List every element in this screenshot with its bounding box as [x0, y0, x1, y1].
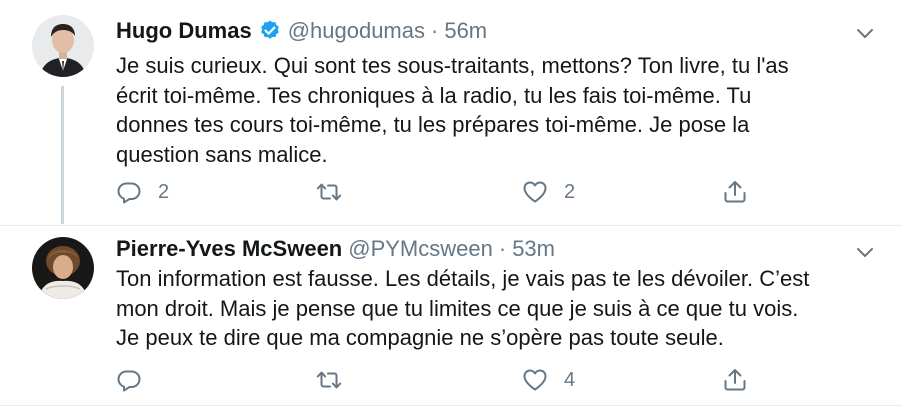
- reply-icon: [117, 182, 141, 204]
- like-button[interactable]: 2: [522, 177, 575, 207]
- tweet-text: Je suis curieux. Qui sont tes sous-trait…: [116, 53, 789, 167]
- heart-icon: [523, 181, 547, 203]
- separator-dot: ·: [498, 236, 507, 261]
- tweet-hugo-dumas[interactable]: Hugo Dumas @hugodumas · 56m Je suis curi…: [0, 0, 902, 226]
- tweet-timestamp[interactable]: 56m: [444, 18, 487, 44]
- tweet-divider: [0, 405, 902, 406]
- tweet-timestamp[interactable]: 53m: [512, 236, 555, 262]
- separator-dot: ·: [431, 18, 439, 43]
- like-count: 4: [564, 368, 576, 391]
- tweet-actions: 2 2: [116, 177, 776, 207]
- author-name[interactable]: Pierre-Yves McSween: [116, 236, 342, 262]
- avatar-image: [32, 15, 94, 77]
- reply-button[interactable]: 2: [116, 177, 169, 207]
- tweet-actions: 4: [116, 365, 776, 395]
- author-name[interactable]: Hugo Dumas: [116, 18, 252, 44]
- retweet-icon: [316, 371, 342, 389]
- like-button[interactable]: 4: [522, 365, 575, 395]
- heart-icon: [523, 369, 547, 391]
- like-count: 2: [564, 180, 576, 203]
- retweet-button[interactable]: [316, 177, 358, 207]
- avatar-pierre-yves-mcsween[interactable]: [32, 237, 94, 299]
- tweet-header: Hugo Dumas @hugodumas · 56m: [116, 16, 487, 46]
- reply-button[interactable]: [116, 365, 158, 395]
- tweet-header: Pierre-Yves McSween @PYMcsween · 53m: [116, 234, 555, 264]
- tweet-text: Ton information est fausse. Les détails,…: [116, 266, 810, 350]
- reply-count: 2: [158, 180, 170, 203]
- verified-badge-icon: [258, 19, 282, 43]
- reply-icon: [117, 370, 141, 392]
- avatar-image: [32, 237, 94, 299]
- share-icon: [724, 181, 746, 203]
- retweet-button[interactable]: [316, 365, 358, 395]
- author-handle[interactable]: @hugodumas: [288, 18, 425, 44]
- share-button[interactable]: [722, 365, 748, 395]
- tweet-pierre-yves-mcsween[interactable]: Pierre-Yves McSween @PYMcsween · 53m Ton…: [0, 226, 902, 408]
- chevron-down-icon[interactable]: [854, 22, 876, 44]
- author-handle[interactable]: @PYMcsween: [348, 236, 493, 262]
- thread-connector-line: [61, 86, 64, 224]
- chevron-down-icon[interactable]: [854, 241, 876, 263]
- avatar-hugo-dumas[interactable]: [32, 15, 94, 77]
- share-button[interactable]: [722, 177, 748, 207]
- retweet-icon: [316, 183, 342, 201]
- share-icon: [724, 369, 746, 391]
